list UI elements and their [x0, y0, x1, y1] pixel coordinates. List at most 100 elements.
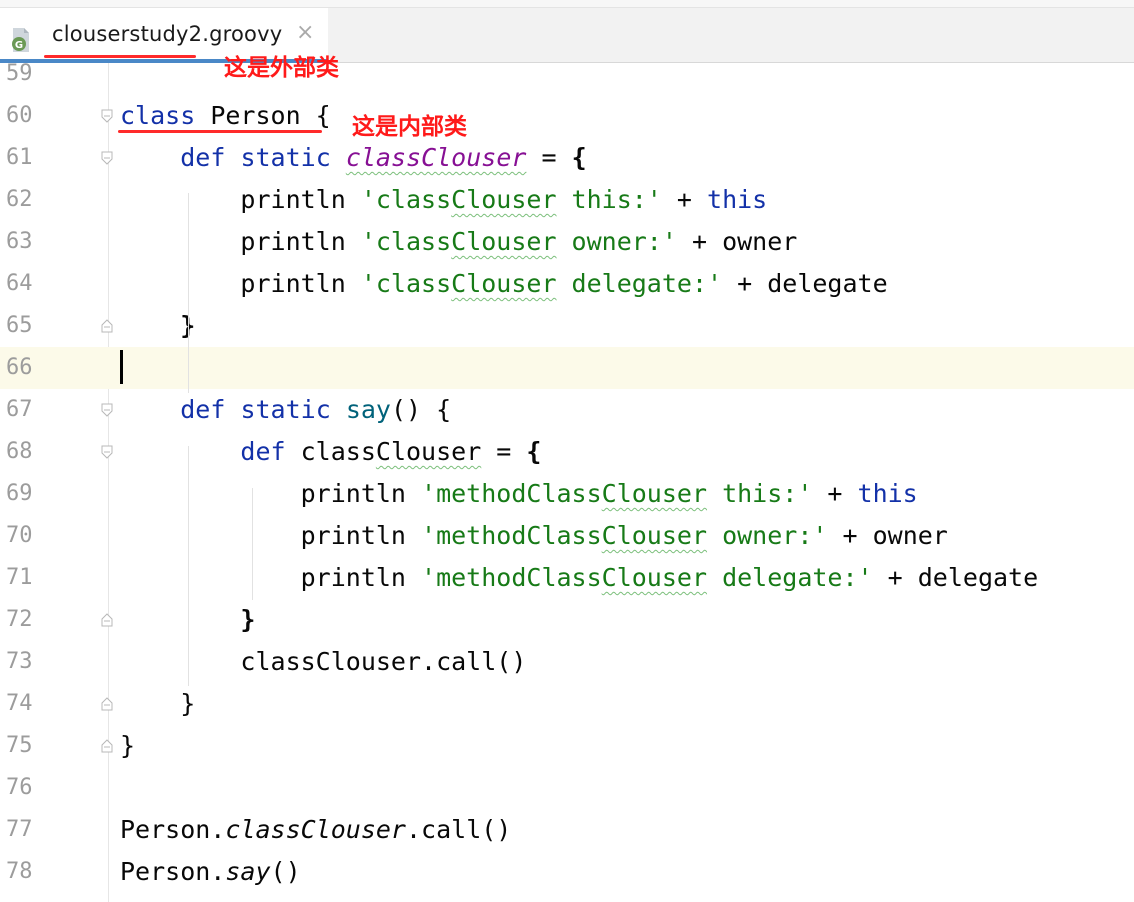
code-token: 'class [360, 269, 452, 298]
code-token: Person. [120, 857, 226, 886]
code-text: println 'classClouser this:' + this [120, 179, 767, 221]
code-token: Person { [195, 101, 331, 130]
code-line[interactable]: 65 } [0, 305, 1134, 347]
code-token: { [526, 437, 542, 466]
code-token: def [180, 395, 226, 424]
code-text: Person.classClouser.call() [120, 809, 511, 851]
code-line[interactable]: 63 println 'classClouser owner:' + owner [0, 221, 1134, 263]
indent-guide [188, 446, 189, 686]
code-token: + delegate [872, 563, 1039, 592]
code-line[interactable]: 62 println 'classClouser this:' + this [0, 179, 1134, 221]
path-bar [0, 0, 1134, 8]
code-token: } [120, 689, 196, 718]
code-token: def [240, 437, 286, 466]
code-token: println [120, 521, 422, 550]
code-line[interactable]: 76 [0, 767, 1134, 809]
code-text: println 'classClouser owner:' + owner [120, 221, 797, 263]
code-token: classClouser [345, 143, 527, 172]
code-token: println [120, 563, 422, 592]
code-token: } [120, 731, 136, 760]
code-token: Clouser [601, 479, 708, 508]
fold-close-icon[interactable] [101, 697, 113, 711]
code-token: println [120, 227, 361, 256]
fold-close-icon[interactable] [101, 739, 113, 753]
fold-close-icon[interactable] [101, 319, 113, 333]
code-token: Clouser [451, 269, 557, 298]
line-number: 62 [6, 187, 33, 212]
groovy-file-icon: G [12, 28, 29, 52]
fold-open-icon[interactable] [101, 151, 113, 165]
code-token: owner:' [707, 521, 828, 550]
code-line[interactable]: 73 classClouser.call() [0, 641, 1134, 683]
code-token: () [270, 857, 301, 886]
inner-class-underline [118, 130, 322, 133]
code-token: Clouser [451, 227, 557, 256]
code-line[interactable]: 61 def static classClouser = { [0, 137, 1134, 179]
line-number: 61 [6, 145, 33, 170]
line-number: 71 [6, 565, 33, 590]
code-line[interactable]: 64 println 'classClouser delegate:' + de… [0, 263, 1134, 305]
code-line[interactable]: 66 [0, 347, 1134, 389]
code-line[interactable]: 75} [0, 725, 1134, 767]
code-line[interactable]: 74 } [0, 683, 1134, 725]
code-text: def static classClouser = { [120, 137, 586, 179]
line-number: 76 [6, 775, 33, 800]
line-number: 75 [6, 733, 33, 758]
line-number: 60 [6, 103, 33, 128]
fold-open-icon[interactable] [101, 109, 113, 123]
code-text: classClouser.call() [120, 641, 526, 683]
code-token: Person. [120, 815, 226, 844]
code-line[interactable]: 72 } [0, 599, 1134, 641]
code-text: println 'classClouser delegate:' + deleg… [120, 263, 887, 305]
code-line[interactable]: 71 println 'methodClassClouser delegate:… [0, 557, 1134, 599]
line-number: 72 [6, 607, 33, 632]
outer-class-annotation: 这是外部类 [224, 55, 339, 81]
code-token: owner:' [556, 227, 677, 256]
close-icon[interactable]: × [296, 20, 314, 45]
fold-open-icon[interactable] [101, 403, 113, 417]
code-text: } [120, 725, 135, 767]
code-token: classClouser [225, 815, 406, 844]
line-number: 77 [6, 817, 33, 842]
code-line[interactable]: 68 def classClouser = { [0, 431, 1134, 473]
code-token: classClouser.call() [120, 647, 527, 676]
code-token: 'methodClass [421, 563, 602, 592]
code-token: Clouser [601, 563, 708, 592]
code-token: println [120, 269, 361, 298]
code-token: class [285, 437, 376, 466]
line-number: 69 [6, 481, 33, 506]
line-number: 78 [6, 859, 33, 884]
code-editor[interactable]: 59 60 class Person {61 def static classClo… [0, 61, 1134, 902]
code-line[interactable]: 77 Person.classClouser.call() [0, 809, 1134, 851]
code-line[interactable]: 78 Person.say() [0, 851, 1134, 893]
code-text: println 'methodClassClouser owner:' + ow… [120, 515, 948, 557]
code-line[interactable]: 67 def static say() { [0, 389, 1134, 431]
code-token: this:' [707, 479, 813, 508]
line-number: 66 [6, 355, 33, 380]
groovy-file-icon-letter: G [15, 40, 23, 51]
code-line[interactable]: 69 println 'methodClassClouser this:' + … [0, 473, 1134, 515]
code-line[interactable]: 59 [0, 53, 1134, 95]
code-token: delegate:' [707, 563, 873, 592]
fold-close-icon[interactable] [101, 613, 113, 627]
line-number: 73 [6, 649, 33, 674]
code-token: + [812, 479, 858, 508]
code-token: 'class [360, 185, 452, 214]
tab-label: clouserstudy2.groovy [52, 22, 283, 46]
code-text: } [120, 305, 195, 347]
indent-guide [252, 488, 253, 600]
code-text: Person.say() [120, 851, 301, 893]
code-line[interactable]: 70 println 'methodClassClouser owner:' +… [0, 515, 1134, 557]
code-token: () { [390, 395, 452, 424]
code-token: this [707, 185, 768, 214]
code-token: Clouser [375, 437, 482, 466]
fold-open-icon[interactable] [101, 445, 113, 459]
code-token: static [240, 143, 331, 172]
code-text: } [120, 683, 195, 725]
